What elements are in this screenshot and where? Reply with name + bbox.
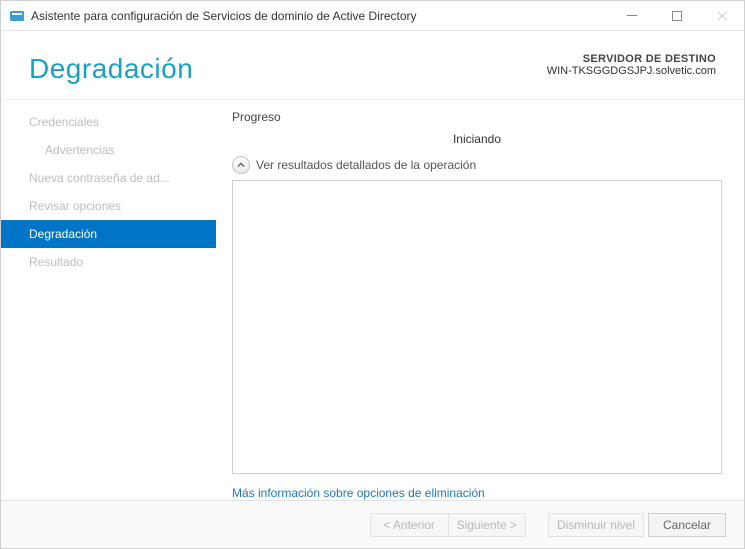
step-credentials: Credenciales [1,108,216,136]
target-server-label: SERVIDOR DE DESTINO [547,53,716,65]
minimize-button[interactable] [609,1,654,30]
details-expander-label: Ver resultados detallados de la operació… [256,158,476,172]
details-textbox[interactable] [232,180,722,474]
more-info-link[interactable]: Más información sobre opciones de elimin… [232,486,485,500]
progress-label: Progreso [232,110,722,124]
main-panel: Progreso Iniciando Ver resultados detall… [216,100,744,500]
window-title: Asistente para configuración de Servicio… [31,9,609,23]
wizard-body: Credenciales Advertencias Nueva contrase… [1,100,744,500]
next-button: Siguiente > [448,513,526,537]
step-demotion[interactable]: Degradación [1,220,216,248]
previous-button: < Anterior [370,513,448,537]
titlebar: Asistente para configuración de Servicio… [1,1,744,31]
cancel-button[interactable]: Cancelar [648,513,726,537]
demote-button: Disminuir nivel [548,513,644,537]
window-controls [609,1,744,30]
step-new-password: Nueva contraseña de ad... [1,164,216,192]
details-expander[interactable]: Ver resultados detallados de la operació… [232,156,722,174]
wizard-footer: < Anterior Siguiente > Disminuir nivel C… [1,500,744,548]
progress-status: Iniciando [232,132,722,146]
target-server-block: SERVIDOR DE DESTINO WIN-TKSGGDGSJPJ.solv… [547,53,716,77]
steps-sidebar: Credenciales Advertencias Nueva contrase… [1,100,216,500]
wizard-header: Degradación SERVIDOR DE DESTINO WIN-TKSG… [1,31,744,100]
target-server-value: WIN-TKSGGDGSJPJ.solvetic.com [547,65,716,77]
step-result: Resultado [1,248,216,276]
step-review-options: Revisar opciones [1,192,216,220]
close-button [699,1,744,30]
chevron-up-icon[interactable] [232,156,250,174]
maximize-button[interactable] [654,1,699,30]
step-warnings: Advertencias [1,136,216,164]
app-icon [9,8,25,24]
nav-button-group: < Anterior Siguiente > [370,513,526,537]
wizard-title: Degradación [29,53,193,85]
